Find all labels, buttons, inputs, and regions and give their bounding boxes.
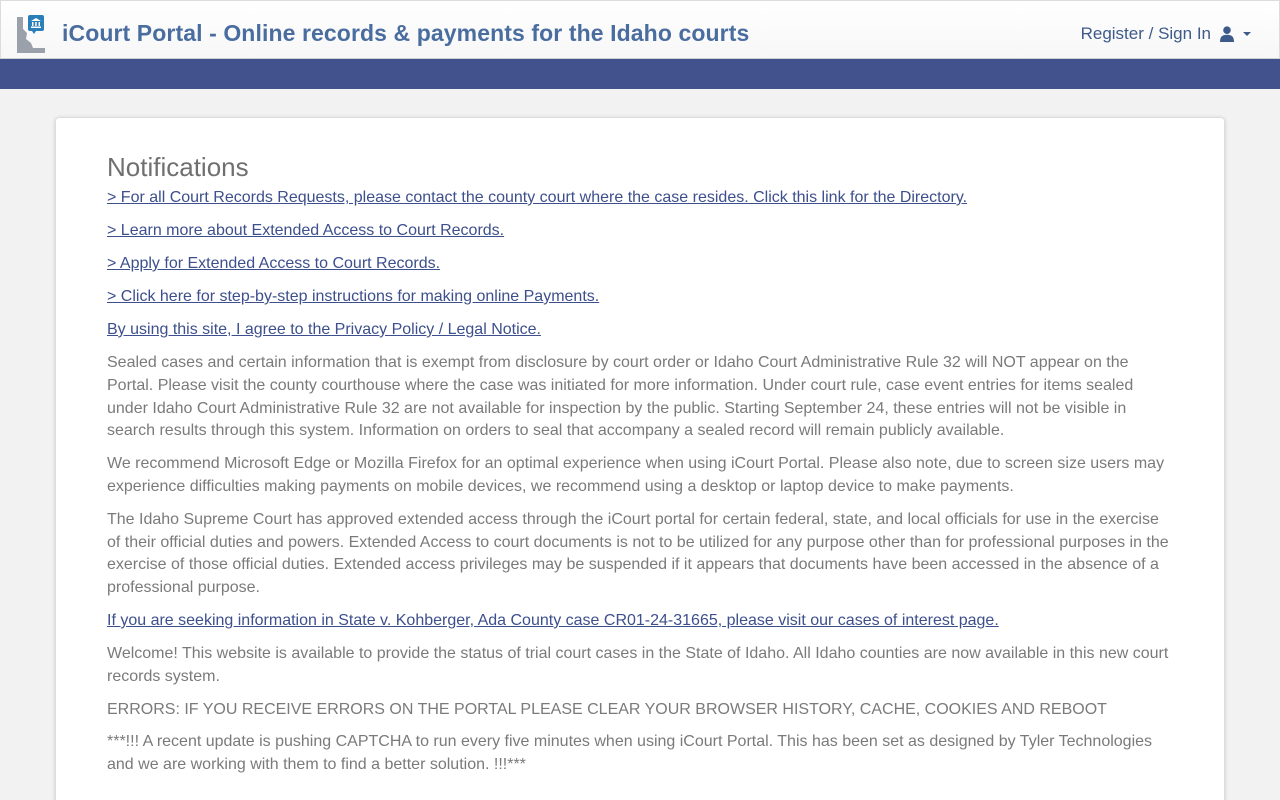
notifications-panel: Notifications > For all Court Records Re…: [55, 117, 1225, 800]
apply-extended-access-link[interactable]: > Apply for Extended Access to Court Rec…: [107, 253, 1174, 275]
errors-notice: ERRORS: IF YOU RECEIVE ERRORS ON THE POR…: [107, 700, 1107, 718]
chevron-down-icon: [1243, 32, 1251, 36]
sealed-cases-notice: Sealed cases and certain information tha…: [107, 354, 1134, 440]
privacy-policy-link[interactable]: By using this site, I agree to the Priva…: [107, 319, 1174, 341]
court-directory-link[interactable]: > For all Court Records Requests, please…: [107, 187, 1174, 209]
captcha-notice: ***!!! A recent update is pushing CAPTCH…: [107, 733, 1153, 774]
navigation-bar: [0, 59, 1280, 89]
cases-of-interest-link[interactable]: If you are seeking information in State …: [107, 610, 1174, 632]
notifications-heading: Notifications: [107, 152, 249, 182]
extended-access-notice: The Idaho Supreme Court has approved ext…: [107, 510, 1169, 597]
user-icon: [1220, 26, 1234, 42]
register-sign-in-label: Register / Sign In: [1080, 24, 1211, 43]
browser-recommendation-notice: We recommend Microsoft Edge or Mozilla F…: [107, 455, 1165, 495]
site-title[interactable]: iCourt Portal - Online records & payment…: [62, 20, 749, 47]
idaho-courthouse-logo-icon[interactable]: [15, 15, 47, 55]
payment-instructions-link[interactable]: > Click here for step-by-step instructio…: [107, 286, 1174, 308]
register-sign-in-menu[interactable]: Register / Sign In: [1081, 24, 1251, 44]
learn-extended-access-link[interactable]: > Learn more about Extended Access to Co…: [107, 220, 1174, 242]
site-header: iCourt Portal - Online records & payment…: [0, 0, 1280, 59]
welcome-notice: Welcome! This website is available to pr…: [107, 644, 1169, 685]
